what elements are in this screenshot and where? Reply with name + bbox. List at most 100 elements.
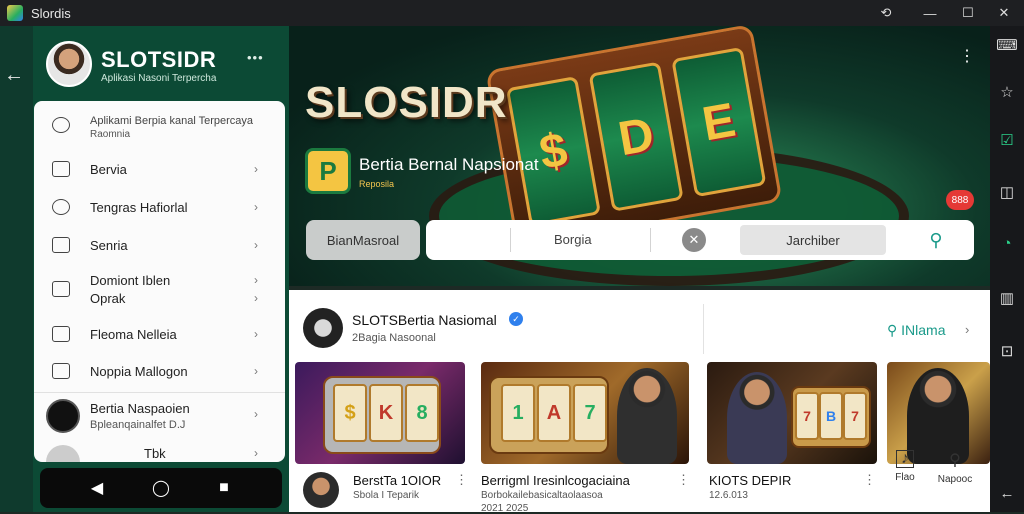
- menu-item-label: Fleoma Nelleia: [90, 326, 177, 342]
- brand-subtitle: Aplikasi Nasoni Terpercha: [101, 73, 217, 84]
- right-toolbar: ⌨ ☆ ☑ ◫ ◔ ▥ ⊡ ←: [990, 26, 1024, 512]
- video-thumbnail[interactable]: 7 B 7: [707, 362, 877, 464]
- channel-name[interactable]: SLOTSBertia Nasiomal: [352, 312, 497, 328]
- menu-item-label: Domiont Iblen: [90, 273, 171, 288]
- tab-napooc[interactable]: ⚲ Napooc: [935, 452, 975, 485]
- video-thumbnail[interactable]: 1 A 7: [481, 362, 689, 464]
- tab-flao[interactable]: ♪ Flao: [885, 450, 925, 483]
- avatar[interactable]: [303, 472, 339, 508]
- more-options-icon[interactable]: •••: [247, 50, 264, 65]
- menu-item-label: Senria: [90, 237, 128, 253]
- menu-item-label-2: Oprak: [90, 291, 126, 306]
- channel-logo[interactable]: [303, 308, 343, 348]
- chevron-right-icon: ›: [254, 327, 258, 341]
- menu-item-senria[interactable]: Senria ›: [34, 235, 285, 255]
- chevron-right-icon[interactable]: ›: [965, 322, 969, 337]
- tab-label: Flao: [895, 472, 915, 483]
- slot-reel: K: [369, 384, 403, 442]
- notes-icon: [52, 363, 70, 379]
- video-title[interactable]: BerstTa 1OIOR: [353, 473, 441, 488]
- search-category[interactable]: Borgia: [554, 232, 592, 247]
- minimize-button[interactable]: —: [910, 0, 950, 26]
- home-icon[interactable]: ◯: [149, 476, 173, 500]
- video-card[interactable]: $ K 8 BerstTa 1OIOR Sbola I Teparik ⋮: [295, 362, 468, 512]
- tab-label: Napooc: [937, 474, 973, 485]
- drawer-menu: Aplikami Berpia kanal Terpercaya Raomnia…: [34, 101, 285, 462]
- more-vertical-icon[interactable]: ⋮: [455, 472, 468, 488]
- back-arrow-icon[interactable]: ←: [4, 64, 24, 87]
- video-subtitle: 12.6.013: [709, 490, 748, 501]
- slot-reel: $: [505, 76, 602, 227]
- calendar-icon: [52, 326, 70, 342]
- rotate-icon[interactable]: ⟲: [866, 0, 906, 26]
- slot-reel: A: [537, 384, 571, 442]
- more-vertical-icon[interactable]: ⋮: [959, 46, 975, 66]
- profile-2-label: Tbk: [144, 445, 166, 461]
- close-button[interactable]: ✕: [984, 0, 1024, 26]
- avatar: [46, 445, 80, 462]
- drawer-header: SLOTSIDR Aplikasi Nasoni Terpercha •••: [33, 26, 289, 102]
- menu-item-fleoma[interactable]: Fleoma Nelleia ›: [34, 324, 285, 344]
- window-titlebar: Slordis ⟲ — ☐ ✕: [0, 0, 1024, 26]
- video-thumbnail[interactable]: [887, 362, 990, 464]
- android-navbar: ◀ ◯ ■: [40, 468, 282, 508]
- star-icon[interactable]: ☆: [997, 82, 1017, 102]
- video-card[interactable]: [887, 362, 990, 512]
- back-arrow-icon[interactable]: ←: [997, 483, 1017, 503]
- more-vertical-icon[interactable]: ⋮: [863, 472, 876, 488]
- clock-icon[interactable]: ◔: [997, 233, 1017, 253]
- list-icon: [52, 237, 70, 253]
- chevron-right-icon: ›: [254, 162, 258, 176]
- brand-name: SLOTSIDR: [101, 47, 217, 72]
- menu-item-tengras[interactable]: Tengras Hafiorlal ›: [34, 197, 285, 217]
- app-logo-badge: P: [305, 148, 351, 194]
- back-icon[interactable]: ◀: [85, 476, 109, 500]
- left-rail: ←: [0, 26, 33, 512]
- search-input[interactable]: Jarchiber: [740, 225, 886, 255]
- app-icon: [7, 5, 23, 21]
- filter-button[interactable]: BianMasroal: [306, 220, 420, 260]
- video-card[interactable]: 1 A 7 Berrigml Iresinlcogaciaina Borboka…: [481, 362, 690, 514]
- video-title[interactable]: Berrigml Iresinlcogaciaina: [481, 473, 630, 488]
- divider: [650, 228, 651, 252]
- slot-reel: 7: [795, 392, 819, 440]
- hero-subtitle-small: Reposila: [359, 179, 395, 189]
- more-vertical-icon[interactable]: ⋮: [677, 472, 690, 488]
- video-title[interactable]: KIOTS DEPIR: [709, 473, 791, 488]
- person-image: [617, 368, 677, 464]
- search-icon[interactable]: ⚲: [924, 228, 948, 252]
- recents-icon[interactable]: ■: [212, 476, 236, 500]
- menu-item-domiont[interactable]: Domiont Iblen Oprak › ›: [34, 271, 285, 307]
- chevron-right-icon: ›: [254, 364, 258, 378]
- menu-item-bervia[interactable]: Bervia ›: [34, 159, 285, 179]
- slot-reel: D: [588, 61, 684, 212]
- menu-item-label: Bervia: [90, 161, 127, 177]
- clipboard-check-icon[interactable]: ☑: [997, 130, 1017, 150]
- profile-logo-icon: [46, 399, 80, 433]
- chevron-right-icon: ›: [254, 238, 258, 252]
- profile-row-2[interactable]: Tbk ›: [34, 443, 285, 462]
- chevron-right-icon: ›: [254, 446, 258, 460]
- drawer-intro: Aplikami Berpia kanal Terpercaya Raomnia: [34, 113, 285, 145]
- video-card[interactable]: 7 B 7 KIOTS DEPIR 12.6.013 ⋮: [707, 362, 877, 512]
- chevron-right-icon: ›: [254, 407, 258, 421]
- profile-subtitle: Bpleanqainalfet D.J: [90, 419, 186, 431]
- barcode-icon[interactable]: ▥: [997, 288, 1017, 308]
- window-icon[interactable]: ◫: [997, 182, 1017, 202]
- menu-item-label: Tengras Hafiorlal: [90, 199, 188, 215]
- menu-divider: [34, 392, 285, 393]
- avatar[interactable]: [46, 41, 92, 87]
- clear-icon[interactable]: ✕: [682, 228, 706, 252]
- slot-reel: $: [333, 384, 367, 442]
- maximize-button[interactable]: ☐: [948, 0, 988, 26]
- menu-item-noppia[interactable]: Noppia Mallogon ›: [34, 361, 285, 381]
- slot-reel: E: [671, 46, 767, 198]
- notification-badge[interactable]: 888: [946, 190, 974, 210]
- slot-reel: 1: [501, 384, 535, 442]
- keyboard-icon[interactable]: ⌨: [996, 35, 1018, 55]
- profile-row[interactable]: Bertia Naspaoien Bpleanqainalfet D.J ›: [34, 399, 285, 435]
- slot-reel: 7: [573, 384, 607, 442]
- video-thumbnail[interactable]: $ K 8: [295, 362, 465, 464]
- explore-link[interactable]: ⚲ INlama: [887, 322, 946, 339]
- scan-icon[interactable]: ⊡: [997, 341, 1017, 361]
